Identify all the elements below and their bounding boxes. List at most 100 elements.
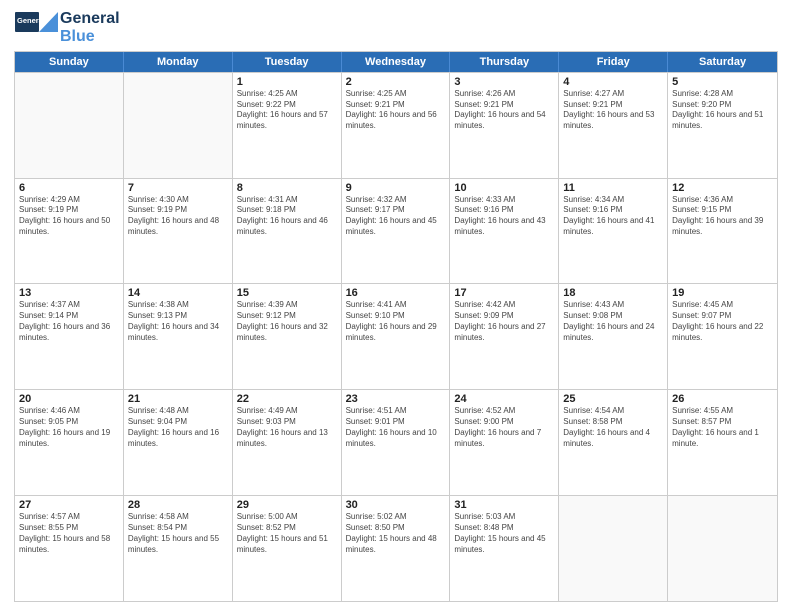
calendar-week-3: 13Sunrise: 4:37 AM Sunset: 9:14 PM Dayli…	[15, 283, 777, 389]
day-info: Sunrise: 4:31 AM Sunset: 9:18 PM Dayligh…	[237, 195, 337, 238]
calendar-cell: 9Sunrise: 4:32 AM Sunset: 9:17 PM Daylig…	[342, 179, 451, 284]
day-info: Sunrise: 4:29 AM Sunset: 9:19 PM Dayligh…	[19, 195, 119, 238]
calendar-week-4: 20Sunrise: 4:46 AM Sunset: 9:05 PM Dayli…	[15, 389, 777, 495]
day-info: Sunrise: 5:00 AM Sunset: 8:52 PM Dayligh…	[237, 512, 337, 555]
day-number: 13	[19, 287, 119, 299]
day-number: 24	[454, 393, 554, 405]
header-day-monday: Monday	[124, 52, 233, 72]
day-info: Sunrise: 5:02 AM Sunset: 8:50 PM Dayligh…	[346, 512, 446, 555]
day-number: 4	[563, 76, 663, 88]
day-number: 12	[672, 182, 773, 194]
calendar-cell: 8Sunrise: 4:31 AM Sunset: 9:18 PM Daylig…	[233, 179, 342, 284]
calendar-cell: 21Sunrise: 4:48 AM Sunset: 9:04 PM Dayli…	[124, 390, 233, 495]
logo: General General Blue	[14, 10, 120, 47]
header-day-thursday: Thursday	[450, 52, 559, 72]
day-number: 25	[563, 393, 663, 405]
calendar-cell: 29Sunrise: 5:00 AM Sunset: 8:52 PM Dayli…	[233, 496, 342, 601]
day-number: 1	[237, 76, 337, 88]
calendar-cell	[668, 496, 777, 601]
day-info: Sunrise: 4:41 AM Sunset: 9:10 PM Dayligh…	[346, 300, 446, 343]
day-info: Sunrise: 5:03 AM Sunset: 8:48 PM Dayligh…	[454, 512, 554, 555]
day-number: 2	[346, 76, 446, 88]
header: General General Blue	[14, 10, 778, 47]
day-number: 11	[563, 182, 663, 194]
day-info: Sunrise: 4:55 AM Sunset: 8:57 PM Dayligh…	[672, 406, 773, 449]
day-number: 30	[346, 499, 446, 511]
calendar-cell: 31Sunrise: 5:03 AM Sunset: 8:48 PM Dayli…	[450, 496, 559, 601]
svg-text:General: General	[17, 16, 45, 25]
calendar-cell	[559, 496, 668, 601]
day-info: Sunrise: 4:46 AM Sunset: 9:05 PM Dayligh…	[19, 406, 119, 449]
day-info: Sunrise: 4:32 AM Sunset: 9:17 PM Dayligh…	[346, 195, 446, 238]
calendar-cell: 28Sunrise: 4:58 AM Sunset: 8:54 PM Dayli…	[124, 496, 233, 601]
day-number: 26	[672, 393, 773, 405]
day-number: 6	[19, 182, 119, 194]
calendar-cell: 16Sunrise: 4:41 AM Sunset: 9:10 PM Dayli…	[342, 284, 451, 389]
day-info: Sunrise: 4:38 AM Sunset: 9:13 PM Dayligh…	[128, 300, 228, 343]
day-info: Sunrise: 4:49 AM Sunset: 9:03 PM Dayligh…	[237, 406, 337, 449]
logo-general-text: General	[60, 10, 120, 28]
day-info: Sunrise: 4:26 AM Sunset: 9:21 PM Dayligh…	[454, 89, 554, 132]
day-info: Sunrise: 4:25 AM Sunset: 9:21 PM Dayligh…	[346, 89, 446, 132]
calendar-cell: 17Sunrise: 4:42 AM Sunset: 9:09 PM Dayli…	[450, 284, 559, 389]
logo-container: General General Blue	[14, 10, 120, 47]
calendar-cell: 15Sunrise: 4:39 AM Sunset: 9:12 PM Dayli…	[233, 284, 342, 389]
day-info: Sunrise: 4:34 AM Sunset: 9:16 PM Dayligh…	[563, 195, 663, 238]
day-number: 22	[237, 393, 337, 405]
calendar-cell: 26Sunrise: 4:55 AM Sunset: 8:57 PM Dayli…	[668, 390, 777, 495]
day-info: Sunrise: 4:52 AM Sunset: 9:00 PM Dayligh…	[454, 406, 554, 449]
calendar-week-2: 6Sunrise: 4:29 AM Sunset: 9:19 PM Daylig…	[15, 178, 777, 284]
day-info: Sunrise: 4:33 AM Sunset: 9:16 PM Dayligh…	[454, 195, 554, 238]
header-day-tuesday: Tuesday	[233, 52, 342, 72]
day-number: 23	[346, 393, 446, 405]
day-number: 14	[128, 287, 228, 299]
calendar-cell: 27Sunrise: 4:57 AM Sunset: 8:55 PM Dayli…	[15, 496, 124, 601]
day-number: 7	[128, 182, 228, 194]
calendar-cell: 18Sunrise: 4:43 AM Sunset: 9:08 PM Dayli…	[559, 284, 668, 389]
calendar-cell: 2Sunrise: 4:25 AM Sunset: 9:21 PM Daylig…	[342, 73, 451, 178]
day-number: 27	[19, 499, 119, 511]
calendar-cell: 25Sunrise: 4:54 AM Sunset: 8:58 PM Dayli…	[559, 390, 668, 495]
day-number: 19	[672, 287, 773, 299]
day-info: Sunrise: 4:51 AM Sunset: 9:01 PM Dayligh…	[346, 406, 446, 449]
day-number: 17	[454, 287, 554, 299]
calendar-cell: 23Sunrise: 4:51 AM Sunset: 9:01 PM Dayli…	[342, 390, 451, 495]
day-number: 8	[237, 182, 337, 194]
day-number: 31	[454, 499, 554, 511]
day-info: Sunrise: 4:36 AM Sunset: 9:15 PM Dayligh…	[672, 195, 773, 238]
day-number: 16	[346, 287, 446, 299]
calendar-cell: 3Sunrise: 4:26 AM Sunset: 9:21 PM Daylig…	[450, 73, 559, 178]
calendar-cell: 13Sunrise: 4:37 AM Sunset: 9:14 PM Dayli…	[15, 284, 124, 389]
day-info: Sunrise: 4:30 AM Sunset: 9:19 PM Dayligh…	[128, 195, 228, 238]
day-info: Sunrise: 4:57 AM Sunset: 8:55 PM Dayligh…	[19, 512, 119, 555]
calendar-cell	[124, 73, 233, 178]
header-day-wednesday: Wednesday	[342, 52, 451, 72]
calendar-cell: 30Sunrise: 5:02 AM Sunset: 8:50 PM Dayli…	[342, 496, 451, 601]
header-day-friday: Friday	[559, 52, 668, 72]
day-number: 10	[454, 182, 554, 194]
day-number: 21	[128, 393, 228, 405]
day-number: 3	[454, 76, 554, 88]
calendar-cell: 6Sunrise: 4:29 AM Sunset: 9:19 PM Daylig…	[15, 179, 124, 284]
page: General General Blue SundayMondayTuesday…	[0, 0, 792, 612]
day-info: Sunrise: 4:37 AM Sunset: 9:14 PM Dayligh…	[19, 300, 119, 343]
day-info: Sunrise: 4:54 AM Sunset: 8:58 PM Dayligh…	[563, 406, 663, 449]
day-number: 29	[237, 499, 337, 511]
calendar-cell: 11Sunrise: 4:34 AM Sunset: 9:16 PM Dayli…	[559, 179, 668, 284]
day-info: Sunrise: 4:39 AM Sunset: 9:12 PM Dayligh…	[237, 300, 337, 343]
logo-text-block: General Blue	[60, 10, 120, 47]
calendar-cell: 20Sunrise: 4:46 AM Sunset: 9:05 PM Dayli…	[15, 390, 124, 495]
calendar-cell: 19Sunrise: 4:45 AM Sunset: 9:07 PM Dayli…	[668, 284, 777, 389]
day-number: 15	[237, 287, 337, 299]
day-info: Sunrise: 4:58 AM Sunset: 8:54 PM Dayligh…	[128, 512, 228, 555]
day-number: 18	[563, 287, 663, 299]
calendar-week-5: 27Sunrise: 4:57 AM Sunset: 8:55 PM Dayli…	[15, 495, 777, 601]
day-info: Sunrise: 4:27 AM Sunset: 9:21 PM Dayligh…	[563, 89, 663, 132]
day-number: 20	[19, 393, 119, 405]
calendar-cell: 7Sunrise: 4:30 AM Sunset: 9:19 PM Daylig…	[124, 179, 233, 284]
day-number: 28	[128, 499, 228, 511]
calendar-cell: 14Sunrise: 4:38 AM Sunset: 9:13 PM Dayli…	[124, 284, 233, 389]
calendar-header: SundayMondayTuesdayWednesdayThursdayFrid…	[15, 52, 777, 72]
calendar-cell: 22Sunrise: 4:49 AM Sunset: 9:03 PM Dayli…	[233, 390, 342, 495]
calendar: SundayMondayTuesdayWednesdayThursdayFrid…	[14, 51, 778, 602]
